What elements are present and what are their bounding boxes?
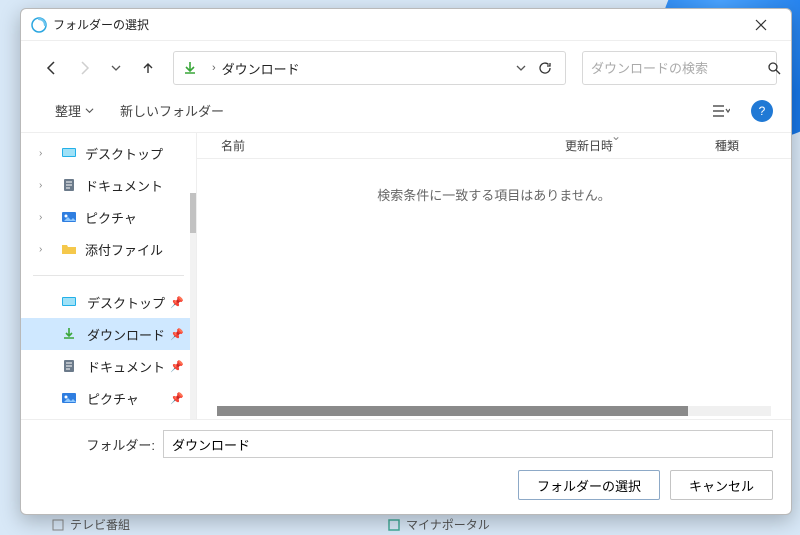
up-button[interactable] bbox=[135, 55, 161, 81]
sort-indicator-icon: ⌄ bbox=[611, 129, 621, 143]
background-item: マイナポータル bbox=[388, 516, 490, 533]
fav-item-desktop[interactable]: デスクトップ 📌 bbox=[21, 286, 196, 318]
fav-item-downloads[interactable]: ダウンロード 📌 bbox=[21, 318, 196, 350]
fav-item-label: ダウンロード bbox=[87, 325, 165, 344]
sidebar: › デスクトップ › ドキュメント › ピクチャ › 添付ファイル bbox=[21, 133, 196, 419]
tree-item-label: ピクチャ bbox=[85, 208, 137, 227]
recent-dropdown-button[interactable] bbox=[103, 55, 129, 81]
folder-icon bbox=[61, 241, 77, 257]
tree-item-label: ドキュメント bbox=[85, 176, 163, 195]
tree-item-label: デスクトップ bbox=[85, 144, 163, 163]
horizontal-scrollbar[interactable] bbox=[197, 405, 791, 419]
view-options-button[interactable] bbox=[707, 99, 735, 123]
pin-icon: 📌 bbox=[170, 392, 184, 405]
empty-message: 検索条件に一致する項目はありません。 bbox=[197, 159, 791, 405]
column-name[interactable]: 名前 bbox=[197, 137, 541, 154]
app-icon bbox=[31, 17, 47, 33]
fav-item-label: ピクチャ bbox=[87, 389, 139, 408]
file-list-area: 名前 ⌄ 更新日時 種類 検索条件に一致する項目はありません。 bbox=[196, 133, 791, 419]
address-bar[interactable]: › ダウンロード bbox=[173, 51, 566, 85]
download-icon bbox=[61, 326, 77, 342]
tree-item-pictures[interactable]: › ピクチャ bbox=[21, 201, 196, 233]
pin-icon: 📌 bbox=[170, 360, 184, 373]
address-dropdown-button[interactable] bbox=[509, 62, 533, 74]
refresh-button[interactable] bbox=[533, 61, 557, 75]
tree-item-desktop[interactable]: › デスクトップ bbox=[21, 137, 196, 169]
toolbar: 整理 新しいフォルダー ? bbox=[21, 93, 791, 133]
desktop-icon bbox=[61, 145, 77, 161]
nav-row: › ダウンロード bbox=[21, 41, 791, 93]
column-type[interactable]: 種類 bbox=[691, 137, 791, 154]
search-input[interactable] bbox=[591, 61, 767, 76]
new-folder-button[interactable]: 新しいフォルダー bbox=[114, 97, 230, 124]
folder-picker-dialog: フォルダーの選択 › ダウンロード bbox=[20, 8, 792, 515]
breadcrumb-current[interactable]: ダウンロード bbox=[222, 59, 300, 78]
chevron-right-icon[interactable]: › bbox=[39, 148, 53, 159]
scrollbar-thumb[interactable] bbox=[217, 406, 688, 416]
pin-icon: 📌 bbox=[170, 296, 184, 309]
titlebar: フォルダーの選択 bbox=[21, 9, 791, 41]
fav-item-label: デスクトップ bbox=[87, 293, 165, 312]
document-icon bbox=[61, 177, 77, 193]
tree-item-label: 添付ファイル bbox=[85, 240, 163, 259]
close-button[interactable] bbox=[741, 11, 781, 39]
picture-icon bbox=[61, 390, 77, 406]
window-title: フォルダーの選択 bbox=[53, 16, 149, 33]
download-icon bbox=[182, 60, 198, 76]
document-icon bbox=[61, 358, 77, 374]
help-button[interactable]: ? bbox=[751, 100, 773, 122]
desktop-icon bbox=[61, 294, 77, 310]
chevron-down-icon bbox=[85, 106, 94, 115]
search-box[interactable] bbox=[582, 51, 777, 85]
folder-name-input[interactable] bbox=[163, 430, 773, 458]
back-button[interactable] bbox=[39, 55, 65, 81]
select-folder-button[interactable]: フォルダーの選択 bbox=[518, 470, 660, 500]
chevron-right-icon[interactable]: › bbox=[39, 180, 53, 191]
dialog-footer: フォルダー: フォルダーの選択 キャンセル bbox=[21, 419, 791, 514]
search-icon[interactable] bbox=[767, 61, 781, 75]
chevron-right-icon[interactable]: › bbox=[39, 212, 53, 223]
tree-item-documents[interactable]: › ドキュメント bbox=[21, 169, 196, 201]
sidebar-separator bbox=[33, 275, 184, 276]
column-date[interactable]: ⌄ 更新日時 bbox=[541, 137, 691, 154]
picture-icon bbox=[61, 209, 77, 225]
chevron-right-icon: › bbox=[212, 62, 216, 74]
forward-button[interactable] bbox=[71, 55, 97, 81]
folder-name-label: フォルダー: bbox=[39, 435, 163, 454]
chevron-right-icon[interactable]: › bbox=[39, 244, 53, 255]
fav-item-pictures[interactable]: ピクチャ 📌 bbox=[21, 382, 196, 414]
tree-item-attachments[interactable]: › 添付ファイル bbox=[21, 233, 196, 265]
cancel-button[interactable]: キャンセル bbox=[670, 470, 773, 500]
organize-button[interactable]: 整理 bbox=[49, 97, 100, 124]
background-item: テレビ番組 bbox=[52, 516, 130, 533]
pin-icon: 📌 bbox=[170, 328, 184, 341]
fav-item-label: ドキュメント bbox=[87, 357, 165, 376]
column-headers: 名前 ⌄ 更新日時 種類 bbox=[197, 133, 791, 159]
fav-item-documents[interactable]: ドキュメント 📌 bbox=[21, 350, 196, 382]
